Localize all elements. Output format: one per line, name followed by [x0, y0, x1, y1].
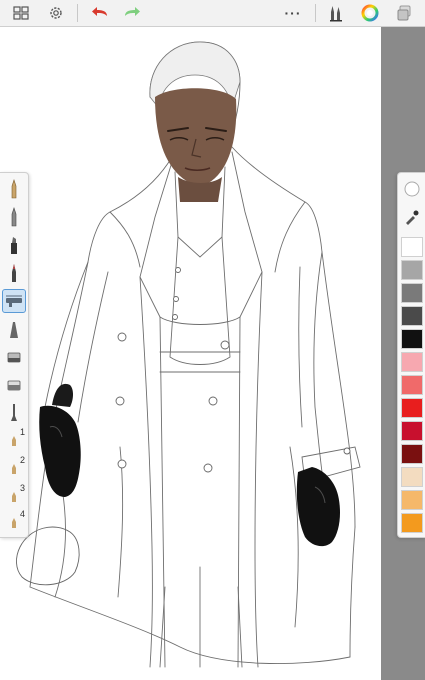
brush-preset-number: 2: [20, 455, 26, 465]
settings-button[interactable]: [44, 0, 68, 26]
marker-button[interactable]: [2, 233, 26, 257]
color-swatch[interactable]: [401, 260, 423, 280]
color-swatch[interactable]: [401, 490, 423, 510]
brush-library-button[interactable]: [324, 0, 348, 26]
fill-tool-button[interactable]: [2, 373, 26, 397]
toolbar-separator: [77, 4, 78, 22]
brush-preset-number: 4: [20, 509, 26, 519]
pencil-preset-icon: [12, 492, 16, 502]
pencil-preset-icon: [12, 436, 16, 446]
brush-preset-2[interactable]: 2: [2, 455, 26, 481]
paintbrush-icon: [12, 264, 16, 282]
color-puck-icon: [404, 181, 420, 197]
brush-preset-number: 3: [20, 483, 26, 493]
smudge-button[interactable]: [2, 317, 26, 341]
more-options-button[interactable]: ···: [280, 0, 306, 26]
eyedropper-button[interactable]: [402, 207, 422, 227]
color-swatch[interactable]: [401, 352, 423, 372]
color-swatch[interactable]: [401, 398, 423, 418]
ballpoint-pen-button[interactable]: [2, 205, 26, 229]
smudge-icon: [10, 322, 18, 338]
redo-icon: [125, 7, 140, 16]
brush-preset-1[interactable]: 1: [2, 427, 26, 453]
airbrush-icon: [6, 295, 22, 307]
layers-icon: [397, 5, 411, 21]
eyedropper-icon: [406, 210, 419, 225]
pencil-preset-icon: [12, 464, 16, 474]
brush-preset-4[interactable]: 4: [2, 509, 26, 535]
eraser-icon: [7, 352, 21, 363]
eraser-button[interactable]: [2, 345, 26, 369]
redo-button[interactable]: [120, 0, 144, 26]
pencil-preset-icon: [12, 518, 16, 528]
drawing-canvas[interactable]: [0, 27, 381, 680]
settings-icon: [50, 7, 62, 19]
color-wheel-icon: [361, 4, 379, 22]
pencil-brush-button[interactable]: [2, 177, 26, 201]
color-swatch[interactable]: [401, 467, 423, 487]
color-swatch[interactable]: [401, 513, 423, 533]
color-wheel-button[interactable]: [358, 0, 382, 26]
sketch-artwork: [16, 41, 361, 668]
color-swatch[interactable]: [401, 237, 423, 257]
brush-library-icon: [330, 6, 342, 22]
color-swatch[interactable]: [401, 375, 423, 395]
pencil-brush-icon: [11, 179, 17, 199]
top-toolbar: ···: [0, 0, 425, 27]
color-swatch[interactable]: [401, 421, 423, 441]
color-swatch[interactable]: [401, 306, 423, 326]
airbrush-button[interactable]: [2, 289, 26, 313]
marker-icon: [11, 237, 17, 254]
grid-view-icon: [13, 6, 29, 20]
smear-brush-icon: [11, 404, 17, 421]
brush-preset-number: 1: [20, 427, 26, 437]
paintbrush-button[interactable]: [2, 261, 26, 285]
undo-button[interactable]: [88, 0, 112, 26]
more-options-icon: ···: [284, 5, 302, 21]
brush-preset-3[interactable]: 3: [2, 483, 26, 509]
grid-view-button[interactable]: [8, 0, 34, 26]
toolbar-separator: [315, 4, 316, 22]
ballpoint-pen-icon: [11, 207, 17, 227]
color-swatch[interactable]: [401, 329, 423, 349]
color-puck-button[interactable]: [402, 179, 422, 199]
fill-tool-icon: [7, 380, 21, 391]
color-swatch[interactable]: [401, 283, 423, 303]
undo-icon: [92, 7, 107, 16]
smear-brush-button[interactable]: [2, 401, 26, 425]
brush-palette: 1 2 3 4: [0, 172, 29, 538]
layers-button[interactable]: [392, 0, 416, 26]
color-swatch[interactable]: [401, 444, 423, 464]
color-palette: [397, 172, 425, 538]
